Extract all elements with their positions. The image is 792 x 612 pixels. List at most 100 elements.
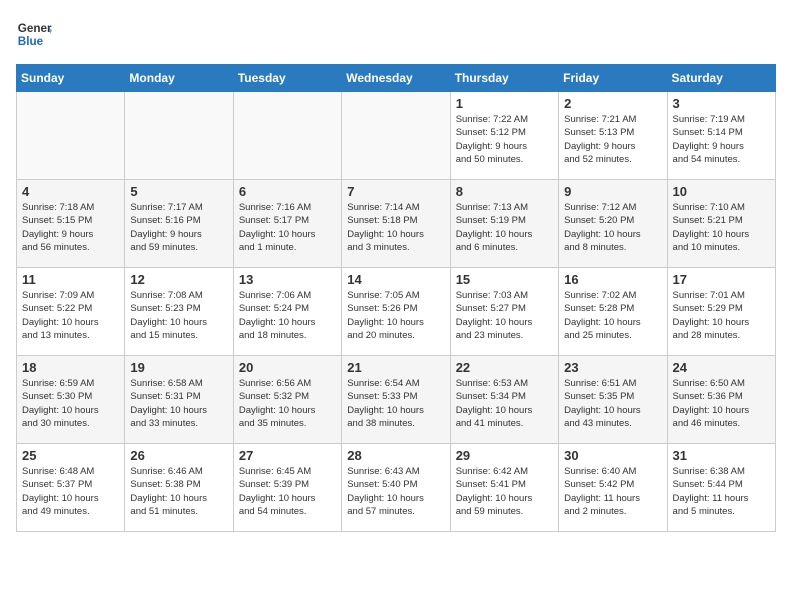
calendar-day-9: 9 Sunrise: 7:12 AM Sunset: 5:20 PM Daylig…: [559, 180, 667, 268]
calendar-week-row: 4 Sunrise: 7:18 AM Sunset: 5:15 PM Daylig…: [17, 180, 776, 268]
calendar-day-26: 26 Sunrise: 6:46 AM Sunset: 5:38 PM Dayli…: [125, 444, 233, 532]
day-number: 24: [673, 360, 770, 375]
calendar-day-4: 4 Sunrise: 7:18 AM Sunset: 5:15 PM Daylig…: [17, 180, 125, 268]
day-number: 31: [673, 448, 770, 463]
calendar-header-sunday: Sunday: [17, 65, 125, 92]
day-info: Sunrise: 6:54 AM Sunset: 5:33 PM Dayligh…: [347, 377, 444, 430]
calendar-day-21: 21 Sunrise: 6:54 AM Sunset: 5:33 PM Dayli…: [342, 356, 450, 444]
day-info: Sunrise: 7:12 AM Sunset: 5:20 PM Dayligh…: [564, 201, 661, 254]
day-number: 1: [456, 96, 553, 111]
calendar-day-30: 30Sunrise: 6:40 AM Sunset: 5:42 PM Dayli…: [559, 444, 667, 532]
day-info: Sunrise: 6:43 AM Sunset: 5:40 PM Dayligh…: [347, 465, 444, 518]
calendar-day-20: 20Sunrise: 6:56 AM Sunset: 5:32 PM Dayli…: [233, 356, 341, 444]
day-number: 3: [673, 96, 770, 111]
calendar-day-7: 7 Sunrise: 7:14 AM Sunset: 5:18 PM Daylig…: [342, 180, 450, 268]
day-info: Sunrise: 6:59 AM Sunset: 5:30 PM Dayligh…: [22, 377, 119, 430]
calendar-header-saturday: Saturday: [667, 65, 775, 92]
day-info: Sunrise: 7:19 AM Sunset: 5:14 PM Dayligh…: [673, 113, 770, 166]
calendar-day-1: 1Sunrise: 7:22 AM Sunset: 5:12 PM Daylig…: [450, 92, 558, 180]
svg-text:Blue: Blue: [18, 35, 44, 48]
calendar-day-24: 24Sunrise: 6:50 AM Sunset: 5:36 PM Dayli…: [667, 356, 775, 444]
calendar-day-25: 25 Sunrise: 6:48 AM Sunset: 5:37 PM Dayli…: [17, 444, 125, 532]
day-number: 25: [22, 448, 119, 463]
day-info: Sunrise: 6:51 AM Sunset: 5:35 PM Dayligh…: [564, 377, 661, 430]
day-info: Sunrise: 6:38 AM Sunset: 5:44 PM Dayligh…: [673, 465, 770, 518]
day-number: 4: [22, 184, 119, 199]
calendar-empty-cell: [17, 92, 125, 180]
day-number: 12: [130, 272, 227, 287]
calendar-day-10: 10 Sunrise: 7:10 AM Sunset: 5:21 PM Dayli…: [667, 180, 775, 268]
day-number: 19: [130, 360, 227, 375]
calendar-header-friday: Friday: [559, 65, 667, 92]
calendar-empty-cell: [233, 92, 341, 180]
day-info: Sunrise: 7:09 AM Sunset: 5:22 PM Dayligh…: [22, 289, 119, 342]
day-info: Sunrise: 6:46 AM Sunset: 5:38 PM Dayligh…: [130, 465, 227, 518]
day-number: 17: [673, 272, 770, 287]
day-info: Sunrise: 7:05 AM Sunset: 5:26 PM Dayligh…: [347, 289, 444, 342]
calendar-week-row: 25 Sunrise: 6:48 AM Sunset: 5:37 PM Dayli…: [17, 444, 776, 532]
day-number: 23: [564, 360, 661, 375]
day-info: Sunrise: 7:16 AM Sunset: 5:17 PM Dayligh…: [239, 201, 336, 254]
calendar-day-31: 31 Sunrise: 6:38 AM Sunset: 5:44 PM Dayli…: [667, 444, 775, 532]
day-info: Sunrise: 7:01 AM Sunset: 5:29 PM Dayligh…: [673, 289, 770, 342]
day-number: 5: [130, 184, 227, 199]
calendar-day-13: 13 Sunrise: 7:06 AM Sunset: 5:24 PM Dayli…: [233, 268, 341, 356]
day-number: 20: [239, 360, 336, 375]
calendar-week-row: 1Sunrise: 7:22 AM Sunset: 5:12 PM Daylig…: [17, 92, 776, 180]
day-number: 7: [347, 184, 444, 199]
day-number: 27: [239, 448, 336, 463]
day-number: 28: [347, 448, 444, 463]
calendar-day-16: 16Sunrise: 7:02 AM Sunset: 5:28 PM Dayli…: [559, 268, 667, 356]
calendar-day-28: 28 Sunrise: 6:43 AM Sunset: 5:40 PM Dayli…: [342, 444, 450, 532]
day-number: 6: [239, 184, 336, 199]
day-number: 8: [456, 184, 553, 199]
calendar-week-row: 11 Sunrise: 7:09 AM Sunset: 5:22 PM Dayli…: [17, 268, 776, 356]
calendar-header-tuesday: Tuesday: [233, 65, 341, 92]
day-info: Sunrise: 7:14 AM Sunset: 5:18 PM Dayligh…: [347, 201, 444, 254]
calendar-empty-cell: [125, 92, 233, 180]
day-number: 2: [564, 96, 661, 111]
day-number: 14: [347, 272, 444, 287]
calendar-header-wednesday: Wednesday: [342, 65, 450, 92]
day-number: 22: [456, 360, 553, 375]
day-number: 21: [347, 360, 444, 375]
calendar-day-5: 5 Sunrise: 7:17 AM Sunset: 5:16 PM Daylig…: [125, 180, 233, 268]
day-number: 10: [673, 184, 770, 199]
calendar-empty-cell: [342, 92, 450, 180]
calendar-table: SundayMondayTuesdayWednesdayThursdayFrid…: [16, 64, 776, 532]
calendar-day-23: 23 Sunrise: 6:51 AM Sunset: 5:35 PM Dayli…: [559, 356, 667, 444]
calendar-header-thursday: Thursday: [450, 65, 558, 92]
day-info: Sunrise: 7:13 AM Sunset: 5:19 PM Dayligh…: [456, 201, 553, 254]
day-info: Sunrise: 7:17 AM Sunset: 5:16 PM Dayligh…: [130, 201, 227, 254]
svg-text:General: General: [18, 22, 52, 35]
day-info: Sunrise: 7:21 AM Sunset: 5:13 PM Dayligh…: [564, 113, 661, 166]
day-info: Sunrise: 7:18 AM Sunset: 5:15 PM Dayligh…: [22, 201, 119, 254]
page-header: General Blue: [16, 16, 776, 52]
day-info: Sunrise: 7:06 AM Sunset: 5:24 PM Dayligh…: [239, 289, 336, 342]
calendar-day-3: 3 Sunrise: 7:19 AM Sunset: 5:14 PM Daylig…: [667, 92, 775, 180]
calendar-header-row: SundayMondayTuesdayWednesdayThursdayFrid…: [17, 65, 776, 92]
logo-icon: General Blue: [16, 16, 52, 52]
day-info: Sunrise: 7:10 AM Sunset: 5:21 PM Dayligh…: [673, 201, 770, 254]
day-info: Sunrise: 6:40 AM Sunset: 5:42 PM Dayligh…: [564, 465, 661, 518]
day-number: 11: [22, 272, 119, 287]
day-number: 15: [456, 272, 553, 287]
calendar-day-8: 8 Sunrise: 7:13 AM Sunset: 5:19 PM Daylig…: [450, 180, 558, 268]
calendar-header-monday: Monday: [125, 65, 233, 92]
calendar-day-14: 14 Sunrise: 7:05 AM Sunset: 5:26 PM Dayli…: [342, 268, 450, 356]
day-number: 29: [456, 448, 553, 463]
calendar-day-19: 19 Sunrise: 6:58 AM Sunset: 5:31 PM Dayli…: [125, 356, 233, 444]
calendar-day-2: 2 Sunrise: 7:21 AM Sunset: 5:13 PM Daylig…: [559, 92, 667, 180]
day-number: 9: [564, 184, 661, 199]
day-info: Sunrise: 6:58 AM Sunset: 5:31 PM Dayligh…: [130, 377, 227, 430]
calendar-day-12: 12Sunrise: 7:08 AM Sunset: 5:23 PM Dayli…: [125, 268, 233, 356]
day-info: Sunrise: 6:48 AM Sunset: 5:37 PM Dayligh…: [22, 465, 119, 518]
day-number: 26: [130, 448, 227, 463]
day-number: 13: [239, 272, 336, 287]
day-number: 16: [564, 272, 661, 287]
calendar-week-row: 18Sunrise: 6:59 AM Sunset: 5:30 PM Dayli…: [17, 356, 776, 444]
calendar-day-17: 17 Sunrise: 7:01 AM Sunset: 5:29 PM Dayli…: [667, 268, 775, 356]
calendar-day-15: 15Sunrise: 7:03 AM Sunset: 5:27 PM Dayli…: [450, 268, 558, 356]
calendar-day-22: 22 Sunrise: 6:53 AM Sunset: 5:34 PM Dayli…: [450, 356, 558, 444]
day-info: Sunrise: 6:53 AM Sunset: 5:34 PM Dayligh…: [456, 377, 553, 430]
